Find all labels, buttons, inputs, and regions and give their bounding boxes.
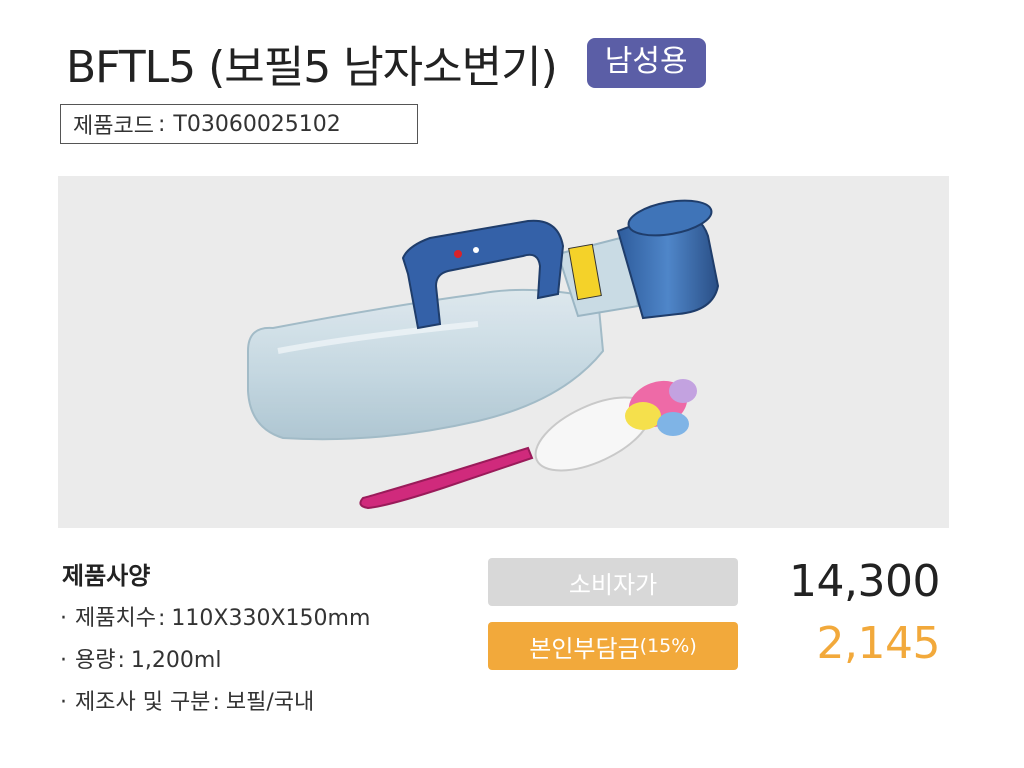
product-code-label: 제품코드 (73, 114, 154, 139)
product-photo (58, 176, 949, 528)
product-code-value: T03060025102 (173, 111, 341, 137)
brush-sponge-lilac (669, 379, 697, 403)
brush-sponge-yellow (625, 402, 661, 430)
spec-item-capacity: · 용량: 1,200ml (60, 648, 222, 673)
brush-handle (359, 446, 534, 510)
product-code-box: 제품코드 : T03060025102 (60, 104, 418, 144)
retail-price-value: 14,300 (789, 556, 940, 607)
product-code-separator: : (157, 111, 166, 137)
retail-price-label: 소비자가 (488, 558, 738, 606)
spec-list: · 제품치수: 110X330X150mm · 용량: 1,200ml · 제조사 및 구… (60, 598, 370, 724)
spec-item-dimensions: · 제품치수: 110X330X150mm (60, 606, 371, 631)
title-row: BFTL5 (보필5 남자소변기) 남성용 (66, 28, 706, 98)
copay-value: 2,145 (816, 618, 941, 669)
product-title: BFTL5 (보필5 남자소변기) (66, 42, 558, 93)
handle-red-dot (454, 250, 462, 258)
gender-tag-badge: 남성용 (586, 38, 706, 88)
spec-label: 용량 (75, 648, 116, 673)
retail-price-label-text: 소비자가 (568, 570, 658, 599)
brush-sponge-blue (657, 412, 689, 436)
spec-label: 제품치수 (75, 606, 156, 631)
product-page: BFTL5 (보필5 남자소변기) 남성용 제품코드 : T0306002510… (0, 0, 1024, 768)
copay-percentage: (15%) (639, 635, 697, 657)
spec-value: 1,200ml (130, 648, 222, 673)
urinal-bottle-and-brush-image (247, 199, 720, 510)
spec-section-title: 제품사양 (62, 562, 151, 590)
copay-label: 본인부담금 (15%) (488, 622, 738, 670)
copay-label-text: 본인부담금 (529, 634, 640, 663)
handle-white-dot (473, 247, 479, 253)
spec-item-manufacturer: · 제조사 및 구분: 보필/국내 (60, 690, 315, 715)
spec-value: 보필/국내 (225, 690, 315, 715)
spec-value: 110X330X150mm (171, 606, 371, 631)
spec-label: 제조사 및 구분 (75, 690, 211, 715)
